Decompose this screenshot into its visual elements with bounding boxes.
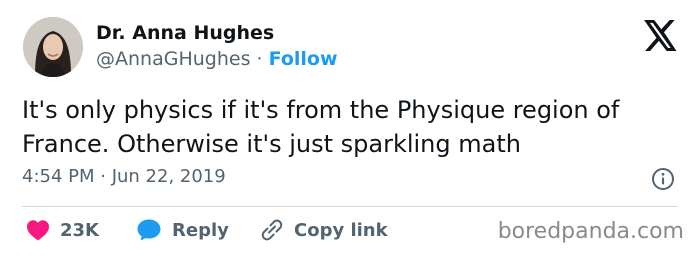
x-logo-icon[interactable] — [644, 20, 678, 51]
info-icon[interactable] — [651, 167, 675, 191]
divider — [22, 206, 678, 207]
heart-icon — [27, 220, 49, 241]
tweet-card: Dr. Anna Hughes @AnnaGHughes · Follow It… — [0, 0, 700, 256]
avatar-photo — [23, 17, 83, 77]
copy-link-button[interactable]: Copy link — [258, 217, 388, 243]
reply-label: Reply — [172, 219, 229, 241]
tweet-timestamp[interactable]: 4:54 PM · Jun 22, 2019 — [22, 166, 226, 187]
copy-link-label: Copy link — [294, 219, 388, 241]
handle-separator: · — [256, 48, 263, 70]
like-button[interactable]: 23K — [26, 217, 99, 243]
avatar[interactable] — [23, 17, 83, 77]
author-name[interactable]: Dr. Anna Hughes — [96, 22, 274, 44]
like-count: 23K — [60, 219, 99, 241]
watermark: boredpanda.com — [497, 219, 684, 244]
author-handle-line: @AnnaGHughes · Follow — [96, 48, 338, 70]
reply-button[interactable]: Reply — [136, 217, 229, 243]
follow-button[interactable]: Follow — [269, 48, 338, 70]
tweet-text: It's only physics if it's from the Physi… — [22, 96, 620, 158]
author-handle[interactable]: @AnnaGHughes — [96, 48, 250, 70]
speech-bubble-icon — [137, 219, 161, 241]
link-icon — [261, 219, 283, 241]
